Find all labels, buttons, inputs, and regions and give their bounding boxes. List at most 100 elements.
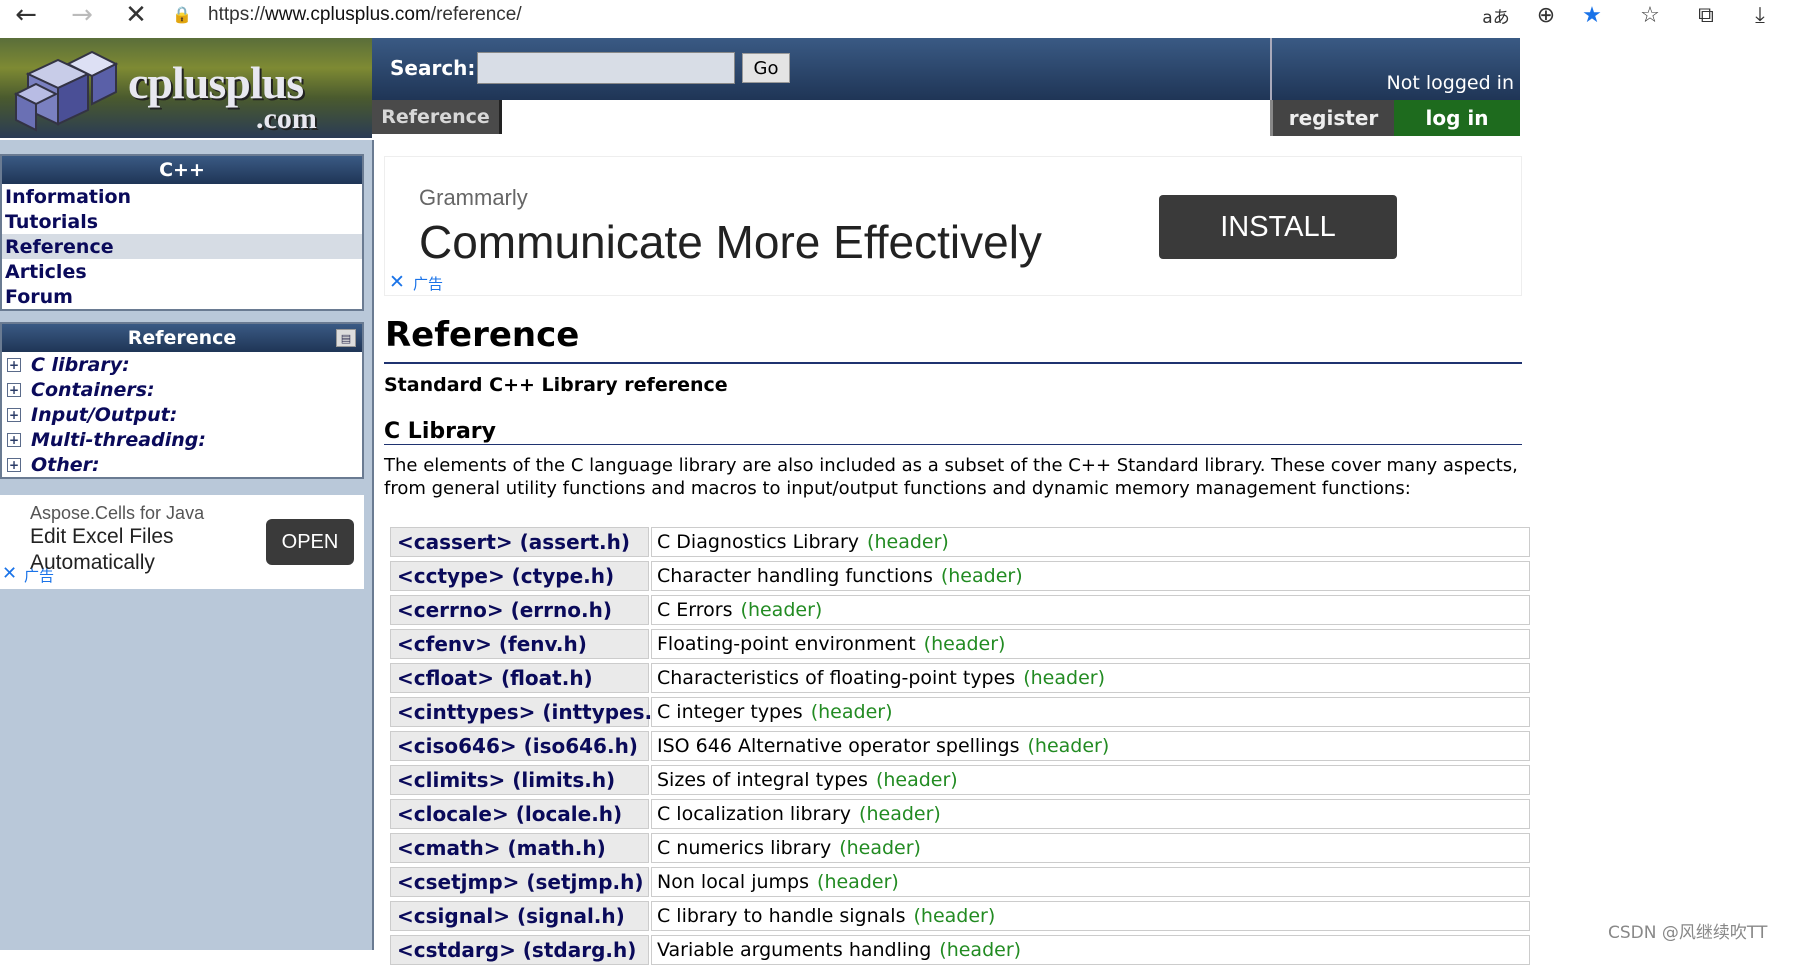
section-title: C Library bbox=[384, 419, 496, 444]
header-link[interactable]: <ciso646> (iso646.h) bbox=[390, 731, 649, 761]
expand-icon[interactable]: + bbox=[7, 407, 21, 422]
header-link[interactable]: <csetjmp> (setjmp.h) bbox=[390, 867, 649, 897]
go-button[interactable]: Go bbox=[742, 53, 790, 83]
table-row: <climits> (limits.h) Sizes of integral t… bbox=[390, 765, 1530, 799]
site-header: cplusplus .com Search: Go Not logged in … bbox=[0, 38, 1796, 140]
header-description: Characteristics of floating-point types(… bbox=[651, 663, 1530, 693]
tree-item-input-output[interactable]: + Input/Output: bbox=[2, 402, 362, 427]
header-description: C numerics library (header) bbox=[651, 833, 1530, 863]
header-description: C Errors (header) bbox=[651, 595, 1530, 625]
tree-item-label: Input/Output: bbox=[31, 403, 178, 426]
header-link[interactable]: <cmath> (math.h) bbox=[390, 833, 649, 863]
header-description: C localization library (header) bbox=[651, 799, 1530, 829]
header-description: Sizes of integral types (header) bbox=[651, 765, 1530, 795]
tree-item-multi-threading[interactable]: + Multi-threading: bbox=[2, 427, 362, 452]
tree-item-label: Containers: bbox=[31, 378, 155, 401]
collections-icon[interactable]: ⧉ bbox=[1686, 0, 1726, 30]
read-aloud-icon[interactable]: aあ bbox=[1476, 0, 1516, 30]
sidebar-item-forum[interactable]: Forum bbox=[2, 284, 362, 309]
search-input[interactable] bbox=[477, 52, 735, 84]
table-row: <cctype> (ctype.h) Character handling fu… bbox=[390, 561, 1530, 595]
ad-label: 广告 bbox=[24, 567, 55, 585]
header-link[interactable]: <climits> (limits.h) bbox=[390, 765, 649, 795]
sidebar-item-information[interactable]: Information bbox=[2, 184, 362, 209]
register-button[interactable]: register bbox=[1270, 100, 1394, 136]
tree-item-label: C library: bbox=[31, 353, 130, 376]
lock-icon[interactable]: 🔒 bbox=[172, 5, 192, 25]
cpp-nav-title: C++ bbox=[2, 156, 362, 184]
header-description: C library to handle signals (header) bbox=[651, 901, 1530, 931]
header-link[interactable]: <cerrno> (errno.h) bbox=[390, 595, 649, 625]
ad-open-button[interactable]: OPEN bbox=[266, 519, 354, 565]
browser-toolbar: ← → ✕ 🔒 https://www.cplusplus.com/refere… bbox=[0, 0, 1796, 38]
close-icon[interactable]: ✕ bbox=[2, 563, 17, 584]
ad-install-button[interactable]: INSTALL bbox=[1159, 195, 1397, 259]
download-icon[interactable]: ⤓ bbox=[1740, 0, 1780, 30]
sub-bar: Reference register log in bbox=[372, 100, 1520, 140]
section-divider bbox=[384, 444, 1522, 445]
book-icon[interactable]: ▤ bbox=[336, 329, 356, 347]
close-icon[interactable]: ✕ bbox=[389, 271, 405, 293]
header-link[interactable]: <csignal> (signal.h) bbox=[390, 901, 649, 931]
header-link[interactable]: <cassert> (assert.h) bbox=[390, 527, 649, 557]
cube-logo-icon bbox=[13, 50, 119, 132]
header-description: Floating-point environment (header) bbox=[651, 629, 1530, 659]
tree-item-label: Multi-threading: bbox=[31, 428, 206, 451]
ad-brand: Aspose.Cells for Java bbox=[30, 503, 205, 523]
watermark: CSDN @风继续吹TT bbox=[1608, 923, 1768, 943]
header-link[interactable]: <clocale> (locale.h) bbox=[390, 799, 649, 829]
table-row: <csetjmp> (setjmp.h) Non local jumps (hea… bbox=[390, 867, 1530, 901]
header-link[interactable]: <cfenv> (fenv.h) bbox=[390, 629, 649, 659]
tree-item-c-library[interactable]: + C library: bbox=[2, 352, 362, 377]
back-icon[interactable]: ← bbox=[6, 0, 46, 30]
sidebar-item-articles[interactable]: Articles bbox=[2, 259, 362, 284]
stop-icon[interactable]: ✕ bbox=[116, 0, 156, 30]
reference-tree-title-text: Reference bbox=[127, 327, 237, 349]
header-link[interactable]: <cstdarg> (stdarg.h) bbox=[390, 935, 649, 965]
table-row: <cmath> (math.h) C numerics library (head… bbox=[390, 833, 1530, 867]
page-subtitle: Standard C++ Library reference bbox=[384, 374, 728, 396]
forward-icon[interactable]: → bbox=[62, 0, 102, 30]
top-ad[interactable]: Grammarly Communicate More Effectively I… bbox=[384, 156, 1522, 296]
cpp-nav-box: C++ Information Tutorials Reference Arti… bbox=[0, 154, 364, 311]
page-title: Reference bbox=[385, 315, 580, 355]
tree-item-other[interactable]: + Other: bbox=[2, 452, 362, 477]
table-row: <ciso646> (iso646.h) ISO 646 Alternative… bbox=[390, 731, 1530, 765]
tab-reference[interactable]: Reference bbox=[372, 100, 502, 134]
table-row: <cassert> (assert.h) C Diagnostics Libra… bbox=[390, 527, 1530, 561]
header-description: Non local jumps (header) bbox=[651, 867, 1530, 897]
expand-icon[interactable]: + bbox=[7, 432, 21, 447]
header-link[interactable]: <cinttypes> (inttypes.h) bbox=[390, 697, 676, 727]
site-logo[interactable]: cplusplus .com bbox=[0, 38, 372, 138]
reference-table: <cassert> (assert.h) C Diagnostics Libra… bbox=[390, 527, 1530, 969]
table-row: <cerrno> (errno.h) C Errors (header) bbox=[390, 595, 1530, 629]
sidebar-item-reference[interactable]: Reference bbox=[2, 234, 362, 259]
header-description: Character handling functions (header) bbox=[651, 561, 1530, 591]
table-row: <cinttypes> (inttypes.h) C integer types… bbox=[390, 697, 1530, 731]
ad-headline: Communicate More Effectively bbox=[419, 216, 1042, 268]
table-row: <csignal> (signal.h) C library to handle… bbox=[390, 901, 1530, 935]
ad-brand: Grammarly bbox=[419, 185, 528, 210]
header-description: ISO 646 Alternative operator spellings (h… bbox=[651, 731, 1530, 761]
sidebar-item-tutorials[interactable]: Tutorials bbox=[2, 209, 362, 234]
table-row: <cfloat> (float.h) Characteristics of fl… bbox=[390, 663, 1530, 697]
favorite-star-icon[interactable]: ★ bbox=[1572, 0, 1612, 30]
expand-icon[interactable]: + bbox=[7, 457, 21, 472]
header-link[interactable]: <cctype> (ctype.h) bbox=[390, 561, 649, 591]
reference-tree-box: Reference ▤ + C library: + Containers: + In… bbox=[0, 322, 364, 479]
favorites-icon[interactable]: ☆ bbox=[1630, 0, 1670, 30]
search-label: Search: bbox=[390, 56, 476, 80]
zoom-icon[interactable]: ⊕ bbox=[1526, 0, 1566, 30]
title-divider bbox=[384, 362, 1522, 364]
table-row: <cstdarg> (stdarg.h) Variable arguments … bbox=[390, 935, 1530, 969]
ad-headline-1: Edit Excel Files bbox=[30, 525, 174, 548]
expand-icon[interactable]: + bbox=[7, 382, 21, 397]
table-row: <clocale> (locale.h) C localization libr… bbox=[390, 799, 1530, 833]
sidebar-ad[interactable]: Aspose.Cells for Java Edit Excel Files A… bbox=[0, 495, 364, 589]
header-description: C integer types (header) bbox=[651, 697, 1530, 727]
tree-item-containers[interactable]: + Containers: bbox=[2, 377, 362, 402]
address-bar[interactable]: 🔒 https://www.cplusplus.com/reference/ bbox=[172, 0, 1472, 30]
expand-icon[interactable]: + bbox=[7, 357, 21, 372]
login-button[interactable]: log in bbox=[1394, 100, 1520, 136]
header-link[interactable]: <cfloat> (float.h) bbox=[390, 663, 649, 693]
